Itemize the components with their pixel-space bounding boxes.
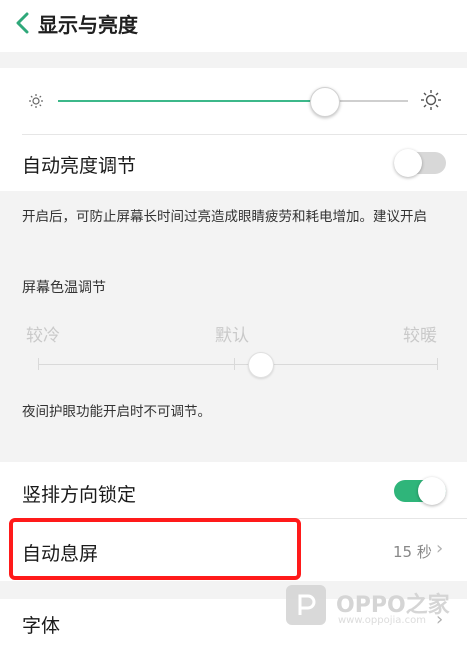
portrait-lock-label: 竖排方向锁定	[22, 484, 137, 506]
auto-sleep-value: 15 秒	[393, 543, 432, 561]
color-temperature-thumb	[248, 352, 274, 378]
chevron-right-icon: ›	[436, 538, 444, 559]
sun-large-icon	[421, 90, 441, 110]
highlight-box	[9, 518, 301, 580]
auto-brightness-label: 自动亮度调节	[22, 155, 137, 177]
color-temperature-note: 夜间护眼功能开启时不可调节。	[22, 404, 211, 420]
watermark: OPPO之家 www.oppojia.com	[286, 585, 456, 631]
tick	[38, 358, 39, 370]
temp-label-warm: 较暖	[403, 326, 437, 346]
section-gap	[0, 52, 467, 68]
font-label: 字体	[22, 615, 61, 637]
watermark-logo-icon	[286, 585, 326, 625]
watermark-p-icon	[298, 594, 316, 615]
header: 显示与亮度	[0, 0, 467, 52]
auto-brightness-toggle[interactable]	[394, 149, 446, 177]
watermark-url: www.oppojia.com	[338, 615, 426, 626]
color-temperature-title: 屏幕色温调节	[22, 280, 106, 296]
tick	[234, 358, 235, 370]
brightness-track[interactable]	[58, 100, 408, 102]
chevron-left-icon[interactable]	[14, 12, 32, 34]
brightness-thumb[interactable]	[310, 87, 340, 117]
portrait-lock-toggle[interactable]	[394, 477, 446, 505]
brightness-fill	[58, 100, 324, 102]
portrait-lock-row[interactable]: 竖排方向锁定	[0, 462, 467, 518]
auto-brightness-note: 开启后，可防止屏幕长时间过亮造成眼睛疲劳和耗电增加。建议开启	[22, 209, 427, 225]
temp-label-default: 默认	[215, 326, 249, 346]
toggle-knob	[418, 477, 446, 505]
sun-small-icon	[29, 94, 43, 108]
color-temperature-track	[38, 364, 438, 365]
tick	[437, 358, 438, 370]
toggle-knob	[394, 149, 422, 177]
page-title: 显示与亮度	[38, 13, 138, 37]
temp-label-cool: 较冷	[26, 326, 60, 346]
auto-brightness-row[interactable]: 自动亮度调节	[0, 135, 467, 191]
